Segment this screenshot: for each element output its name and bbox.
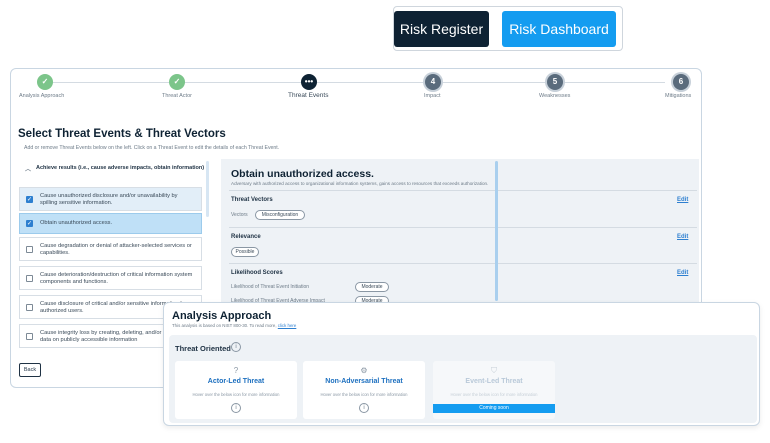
step-label-threat-actor[interactable]: Threat Actor [162,93,192,99]
card-subtitle: Hover over the below icon for more infor… [450,392,538,397]
edit-likelihood-link[interactable]: Edit [677,270,688,276]
detail-scrollbar[interactable] [495,161,498,301]
non-adversarial-threat-card[interactable]: ⚙ Non-Adversarial Threat Hover over the … [303,361,425,419]
step-label-weaknesses[interactable]: Weaknesses [539,93,570,99]
step-6-number[interactable]: 6 [673,74,689,90]
event-group-header[interactable]: ︿ Achieve results (i.e., cause adverse i… [25,165,211,173]
checkbox[interactable] [26,246,33,253]
detail-description: Adversary with authorized access to orga… [231,181,489,186]
divider [229,227,697,228]
divider [229,263,697,264]
info-icon[interactable]: i [231,342,241,352]
info-icon[interactable]: i [231,403,241,413]
view-switcher: Risk Register Risk Dashboard [393,6,623,51]
step-4-number[interactable]: 4 [425,74,441,90]
threat-oriented-label: Threat Oriented [175,344,231,353]
step-label-analysis-approach[interactable]: Analysis Approach [19,93,64,99]
relevance-pill: Possible [231,247,259,257]
checkbox[interactable] [26,275,33,282]
risk-register-button[interactable]: Risk Register [394,11,489,47]
question-mark-icon: ? [233,366,239,375]
stepper-line [45,82,665,83]
analysis-approach-panel: Analysis Approach This analysis is based… [163,302,760,426]
likelihood-heading: Likelihood Scores [231,270,283,276]
page-title: Select Threat Events & Threat Vectors [18,128,226,140]
initiation-value-pill: Moderate [355,282,389,292]
back-button[interactable]: Back [19,363,41,377]
list-scrollbar[interactable] [206,161,209,217]
detail-title: Obtain unauthorized access. [231,168,374,180]
card-subtitle: Hover over the below icon for more infor… [192,392,280,397]
step-1-check-icon[interactable]: ✓ [37,74,53,90]
relevance-heading: Relevance [231,234,261,240]
vectors-label: Vectors [231,212,248,218]
threat-oriented-section: Threat Oriented i ? Actor-Led Threat Hov… [169,335,757,423]
checkbox[interactable] [26,333,33,340]
shield-icon: ⛉ [491,366,497,375]
info-icon[interactable]: i [359,403,369,413]
card-title: Event-Led Threat [465,378,523,385]
coming-soon-badge: Coming soon [433,404,555,413]
actor-led-threat-card[interactable]: ? Actor-Led Threat Hover over the below … [175,361,297,419]
step-5-number[interactable]: 5 [547,74,563,90]
step-label-mitigations[interactable]: Mitigations [665,93,691,99]
analysis-approach-title: Analysis Approach [172,310,272,322]
analysis-note: This analysis is based on NIST 800-30. T… [172,323,297,328]
edit-relevance-link[interactable]: Edit [677,234,688,240]
checkbox-checked[interactable]: ✓ [26,196,33,203]
card-subtitle: Hover over the below icon for more infor… [320,392,408,397]
card-title: Non-Adversarial Threat [325,378,403,385]
threat-vectors-heading: Threat Vectors [231,197,273,203]
page-subtitle: Add or remove Threat Events below on the… [24,145,280,151]
list-item-active[interactable]: ✓ Obtain unauthorized access. [19,213,202,234]
edit-vectors-link[interactable]: Edit [677,197,688,203]
checkbox-checked[interactable]: ✓ [26,220,33,227]
step-2-check-icon[interactable]: ✓ [169,74,185,90]
list-item[interactable]: Cause degradation or denial of attacker-… [19,237,202,261]
step-3-more-icon[interactable]: ••• [301,74,317,90]
click-here-link[interactable]: click here [278,323,297,328]
chevron-up-icon: ︿ [25,167,32,173]
checkbox[interactable] [26,304,33,311]
gear-icon: ⚙ [360,366,368,375]
list-item[interactable]: Cause deterioration/destruction of criti… [19,266,202,290]
list-item[interactable]: ✓ Cause unauthorized disclosure and/or u… [19,187,202,211]
vector-pill: Misconfiguration [255,210,305,220]
risk-dashboard-button[interactable]: Risk Dashboard [502,11,616,47]
step-label-threat-events[interactable]: Threat Events [288,92,328,99]
step-label-impact[interactable]: Impact [424,93,441,99]
divider [229,190,697,191]
initiation-label: Likelihood of Threat Event Initiation [231,284,310,290]
wizard-stepper: ✓ Analysis Approach ✓ Threat Actor ••• T… [11,69,701,107]
card-title: Actor-Led Threat [207,378,265,385]
event-led-threat-card: ⛉ Event-Led Threat Hover over the below … [433,361,555,419]
